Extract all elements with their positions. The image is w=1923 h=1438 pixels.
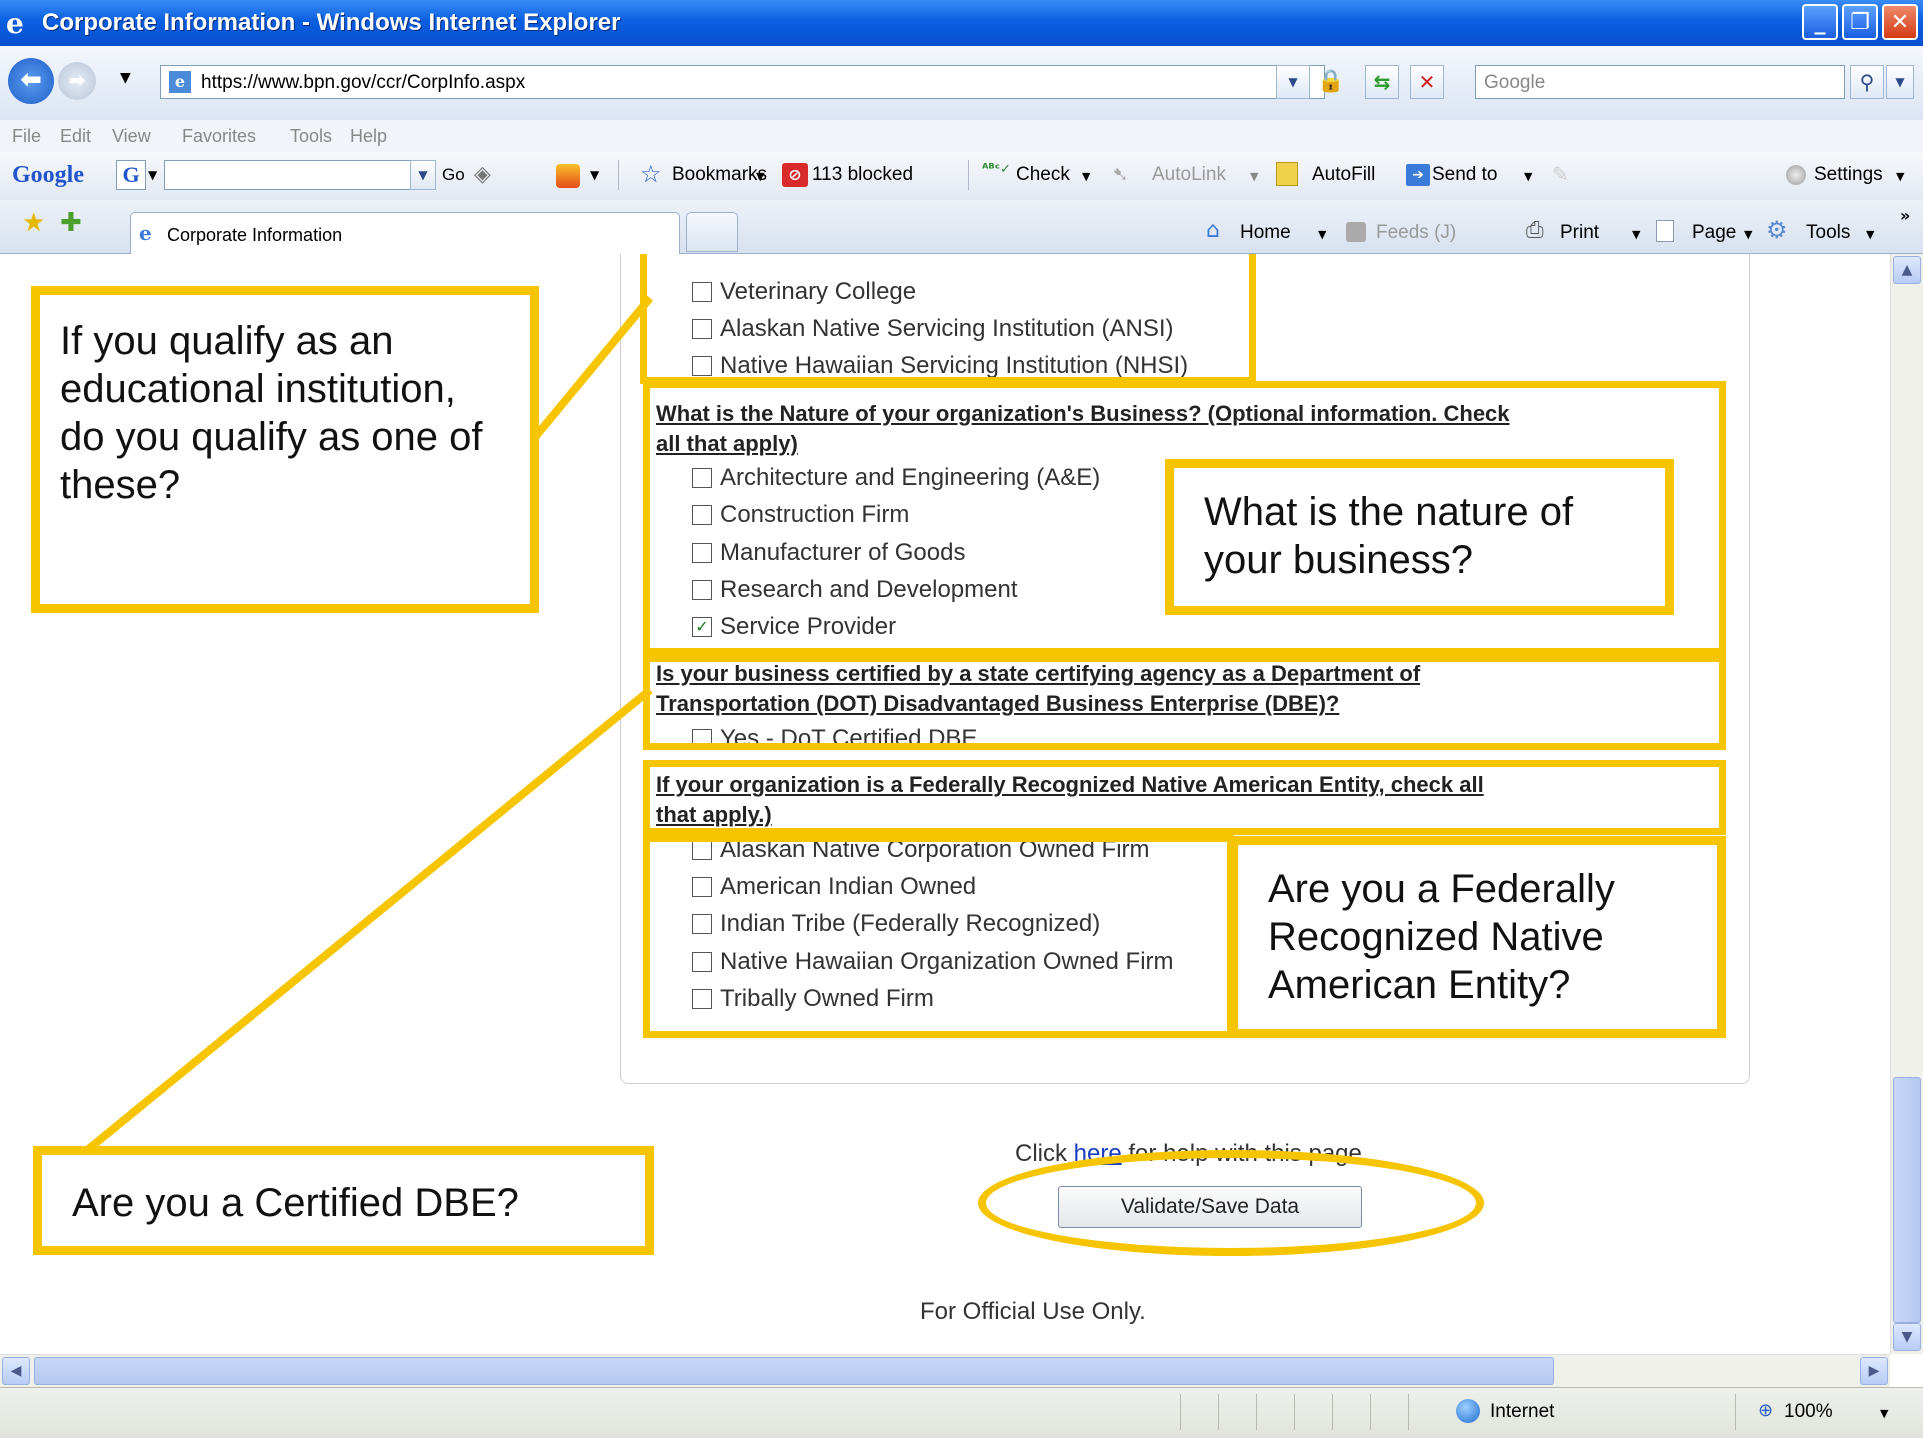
callout-native: Are you a Federally Recognized Native Am… <box>1229 836 1726 1038</box>
scroll-left-button[interactable]: ◀ <box>2 1357 30 1385</box>
horizontal-scroll-thumb[interactable] <box>34 1357 1554 1385</box>
status-divider <box>1294 1394 1295 1430</box>
status-divider <box>1332 1394 1333 1430</box>
education-connector <box>532 295 654 439</box>
validate-button-highlight <box>978 1150 1484 1256</box>
callout-nature: What is the nature of your business? <box>1165 459 1674 615</box>
vertical-scroll-thumb[interactable] <box>1893 1077 1921 1323</box>
callout-dbe: Are you a Certified DBE? <box>33 1146 654 1255</box>
scroll-down-button[interactable]: ▼ <box>1893 1323 1921 1351</box>
internet-globe-icon <box>1456 1399 1480 1423</box>
scroll-up-button[interactable]: ▲ <box>1893 256 1921 284</box>
scroll-right-button[interactable]: ▶ <box>1860 1357 1888 1385</box>
security-zone: Internet <box>1490 1401 1555 1422</box>
status-divider <box>1408 1394 1409 1430</box>
status-divider <box>1218 1394 1219 1430</box>
zoom-dropdown-icon[interactable]: ▼ <box>1880 1407 1888 1420</box>
status-divider <box>1735 1394 1736 1430</box>
status-bar: Internet ⊕ 100% ▼ <box>0 1387 1923 1438</box>
callout-education: If you qualify as an educational institu… <box>31 286 539 613</box>
status-divider <box>1256 1394 1257 1430</box>
dbe-connector <box>77 686 653 1160</box>
status-divider <box>1180 1394 1181 1430</box>
zoom-level[interactable]: 100% <box>1784 1401 1833 1423</box>
status-divider <box>1370 1394 1371 1430</box>
zoom-icon: ⊕ <box>1758 1400 1774 1421</box>
